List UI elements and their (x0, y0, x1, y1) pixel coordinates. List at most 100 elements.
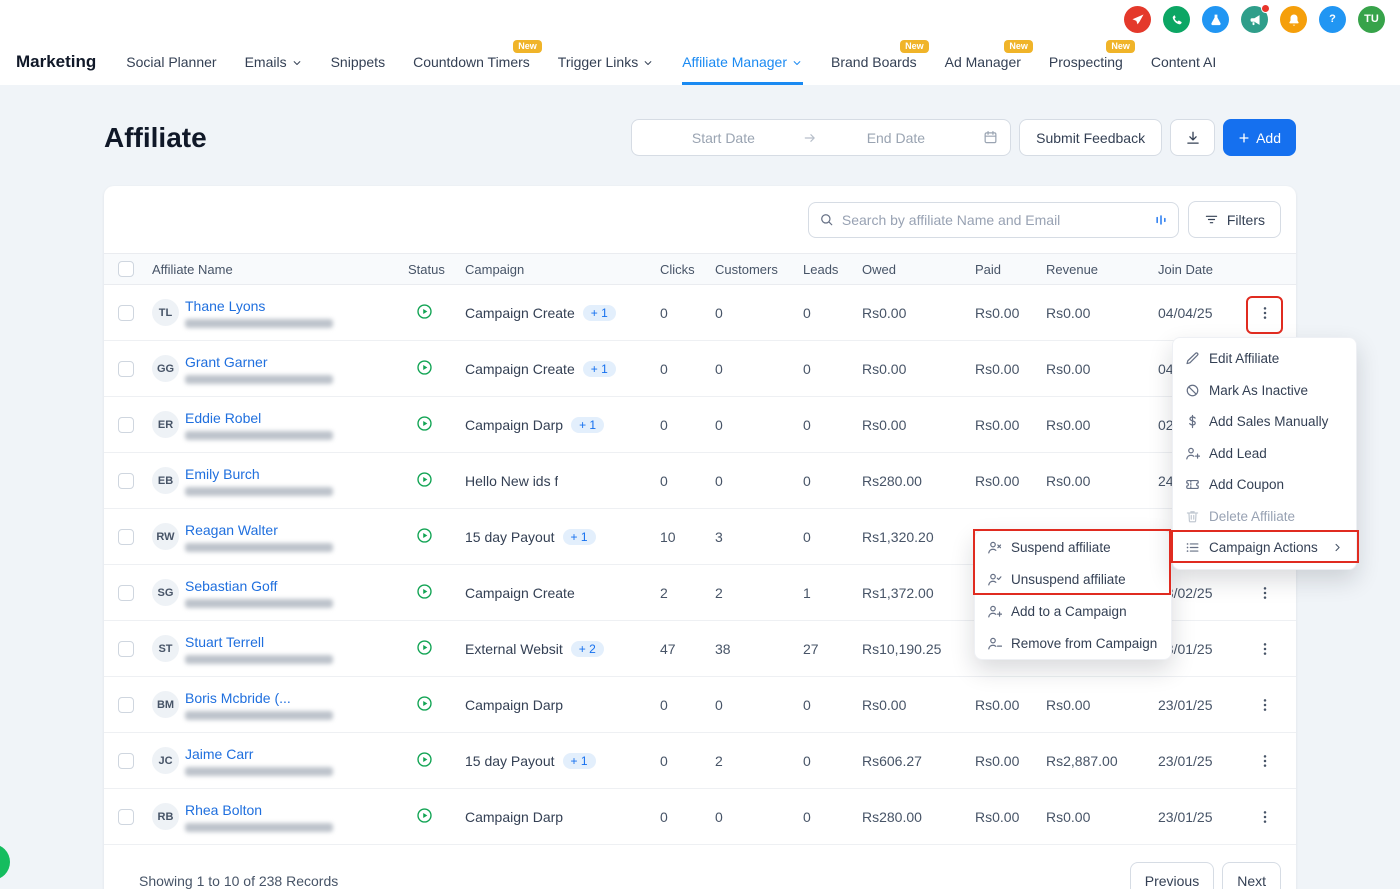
user-avatar[interactable]: TU (1358, 6, 1385, 33)
row-checkbox[interactable] (118, 697, 134, 713)
submenu-item-suspend-affiliate[interactable]: Suspend affiliate (975, 531, 1171, 563)
cell-owed: Rs280.00 (862, 789, 975, 845)
nav-item-affiliate-manager[interactable]: Affiliate Manager (682, 39, 803, 85)
row-checkbox[interactable] (118, 417, 134, 433)
affiliate-name-link[interactable]: Reagan Walter (185, 522, 333, 538)
nav-item-brand-boards[interactable]: Brand BoardsNew (831, 39, 917, 85)
row-actions-button[interactable] (1252, 690, 1278, 720)
menu-item-mark-as-inactive[interactable]: Mark As Inactive (1173, 375, 1356, 407)
row-actions-button[interactable] (1252, 578, 1278, 608)
table-row: JC Jaime Carr 15 day Payout + 1 0 2 0 Rs… (104, 733, 1296, 789)
affiliate-name-link[interactable]: Emily Burch (185, 466, 333, 482)
header-controls: Start Date End Date Submit Feedback Add (631, 119, 1296, 156)
nav-item-trigger-links[interactable]: Trigger Links (558, 39, 654, 85)
dots-vertical-icon (1257, 753, 1273, 769)
rocket-icon[interactable] (1124, 6, 1151, 33)
page-head: Affiliate Start Date End Date Submit Fee… (0, 85, 1400, 186)
affiliate-name-link[interactable]: Eddie Robel (185, 410, 333, 426)
row-checkbox[interactable] (118, 809, 134, 825)
cell-actions (1252, 677, 1296, 733)
search-config-icon[interactable] (1154, 213, 1168, 227)
affiliate-name-link[interactable]: Grant Garner (185, 354, 333, 370)
campaign-name: Campaign Darp (465, 809, 563, 825)
col-header-status: Status (408, 254, 465, 285)
row-actions-button[interactable] (1252, 802, 1278, 832)
cell-leads: 0 (803, 677, 862, 733)
bell-icon[interactable] (1280, 6, 1307, 33)
cell-customers: 0 (715, 453, 803, 509)
cell-campaign: 15 day Payout + 1 (465, 733, 660, 789)
col-header-customers: Customers (715, 254, 803, 285)
nav-item-countdown-timers[interactable]: Countdown TimersNew (413, 39, 530, 85)
submenu-item-add-to-a-campaign[interactable]: Add to a Campaign (975, 595, 1171, 627)
nav-item-snippets[interactable]: Snippets (331, 39, 385, 85)
avatar: ST (152, 635, 179, 662)
row-checkbox[interactable] (118, 361, 134, 377)
row-actions-button[interactable] (1252, 634, 1278, 664)
cell-owed: Rs280.00 (862, 453, 975, 509)
submenu-item-remove-from-campaign[interactable]: Remove from Campaign (975, 627, 1171, 659)
search-input[interactable] (842, 212, 1146, 228)
nav-item-social-planner[interactable]: Social Planner (126, 39, 216, 85)
cell-owed: Rs0.00 (862, 397, 975, 453)
row-actions-button[interactable] (1252, 298, 1278, 328)
add-affiliate-button[interactable]: Add (1223, 119, 1296, 156)
filters-button[interactable]: Filters (1188, 201, 1281, 238)
row-actions-button[interactable] (1252, 746, 1278, 776)
affiliate-name-link[interactable]: Thane Lyons (185, 298, 333, 314)
row-checkbox[interactable] (118, 641, 134, 657)
row-checkbox[interactable] (118, 585, 134, 601)
menu-item-edit-affiliate[interactable]: Edit Affiliate (1173, 343, 1356, 375)
start-date-field[interactable]: Start Date (644, 130, 803, 146)
new-badge: New (513, 40, 542, 53)
submenu-item-unsuspend-affiliate[interactable]: Unsuspend affiliate (975, 563, 1171, 595)
row-checkbox[interactable] (118, 529, 134, 545)
menu-item-campaign-actions[interactable]: Campaign Actions (1173, 532, 1356, 564)
affiliate-name-link[interactable]: Sebastian Goff (185, 578, 333, 594)
nav-item-prospecting[interactable]: ProspectingNew (1049, 39, 1123, 85)
end-date-field[interactable]: End Date (817, 130, 976, 146)
phone-icon[interactable] (1163, 6, 1190, 33)
nav-item-emails[interactable]: Emails (245, 39, 303, 85)
menu-item-add-sales-manually[interactable]: Add Sales Manually (1173, 406, 1356, 438)
next-page-button[interactable]: Next (1222, 862, 1281, 889)
affiliate-name-link[interactable]: Jaime Carr (185, 746, 333, 762)
status-active-icon (416, 807, 433, 824)
menu-item-add-lead[interactable]: Add Lead (1173, 438, 1356, 470)
affiliate-name-link[interactable]: Boris Mcbride (... (185, 690, 333, 706)
nav-brand: Marketing (16, 39, 96, 85)
menu-item-label: Mark As Inactive (1209, 383, 1308, 398)
table-row: GG Grant Garner Campaign Create + 1 0 0 … (104, 341, 1296, 397)
help-icon[interactable]: ? (1319, 6, 1346, 33)
cell-status (408, 621, 465, 677)
filter-icon (1204, 212, 1219, 227)
cell-checkbox (104, 341, 142, 397)
user-x-icon (987, 540, 1002, 555)
cell-clicks: 0 (660, 677, 715, 733)
affiliate-name-link[interactable]: Stuart Terrell (185, 634, 333, 650)
flask-icon[interactable] (1202, 6, 1229, 33)
chevron-right-icon (1331, 541, 1344, 554)
row-checkbox[interactable] (118, 473, 134, 489)
submenu-item-label: Remove from Campaign (1011, 636, 1157, 651)
nav-item-ad-manager[interactable]: Ad ManagerNew (945, 39, 1021, 85)
select-all-checkbox[interactable] (118, 261, 134, 277)
avatar: RB (152, 803, 179, 830)
cell-leads: 1 (803, 565, 862, 621)
pencil-icon (1185, 351, 1200, 366)
previous-page-button[interactable]: Previous (1130, 862, 1214, 889)
cell-checkbox (104, 621, 142, 677)
megaphone-icon[interactable] (1241, 6, 1268, 33)
submit-feedback-button[interactable]: Submit Feedback (1019, 119, 1162, 156)
coupon-icon (1185, 477, 1200, 492)
row-checkbox[interactable] (118, 753, 134, 769)
nav-item-content-ai[interactable]: Content AI (1151, 39, 1216, 85)
row-checkbox[interactable] (118, 305, 134, 321)
export-button[interactable] (1170, 119, 1215, 156)
campaign-count-badge: + 2 (571, 641, 604, 657)
table-row: EB Emily Burch Hello New ids f 0 0 0 Rs2… (104, 453, 1296, 509)
menu-item-add-coupon[interactable]: Add Coupon (1173, 469, 1356, 501)
affiliate-name-link[interactable]: Rhea Bolton (185, 802, 333, 818)
date-range-picker[interactable]: Start Date End Date (631, 119, 1011, 156)
cell-affiliate: ER Eddie Robel (142, 397, 408, 453)
